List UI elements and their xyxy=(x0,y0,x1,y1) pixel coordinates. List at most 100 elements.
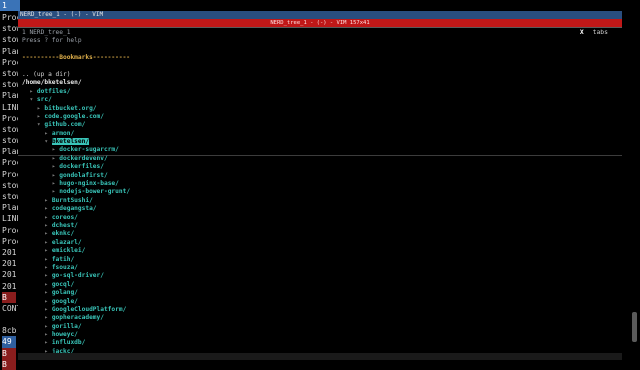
tree-node[interactable]: ▸ nodejs-bower-grunt/ xyxy=(22,188,618,196)
tree-node[interactable]: ▾ bketelsen/ xyxy=(22,138,618,146)
blank-row xyxy=(22,63,618,71)
directory-name[interactable]: nodejs-bower-grunt/ xyxy=(59,188,130,195)
ruler-line xyxy=(18,27,622,28)
directory-name[interactable]: golang/ xyxy=(52,289,78,296)
directory-name[interactable]: code.google.com/ xyxy=(44,113,104,120)
root-path[interactable]: /home/bketelsen/ xyxy=(22,79,618,87)
file-tree: ▸ dotfiles/ ▾ src/ ▸ bitbucket.org/ ▸ co… xyxy=(22,88,618,357)
tree-node[interactable]: ▸ dockerfiles/ xyxy=(22,163,618,171)
tree-node[interactable]: ▸ GoogleCloudPlatform/ xyxy=(22,306,618,314)
terminal-line: B xyxy=(2,291,16,303)
directory-name[interactable]: src/ xyxy=(37,96,52,103)
terminal-tab[interactable]: 1 xyxy=(0,0,20,11)
up-dir-item[interactable]: .. (up a dir) xyxy=(22,71,618,79)
blank-row xyxy=(22,46,618,54)
tree-node[interactable]: ▸ dockerdevenv/ xyxy=(22,155,618,163)
directory-name[interactable]: eknkc/ xyxy=(52,230,74,237)
right-margin xyxy=(622,11,640,360)
tree-node[interactable]: ▸ gopheracademy/ xyxy=(22,314,618,322)
directory-name[interactable]: coreos/ xyxy=(52,214,78,221)
tree-node[interactable]: ▾ src/ xyxy=(22,96,618,104)
bookmarks-header: ----------Bookmarks---------- xyxy=(22,54,131,62)
directory-name[interactable]: fatih/ xyxy=(52,256,74,263)
tree-node[interactable]: ▸ google/ xyxy=(22,298,618,306)
terminal-line: B xyxy=(2,347,16,359)
directory-name[interactable]: go-sql-driver/ xyxy=(52,272,104,279)
terminal-line: 49 xyxy=(2,336,16,348)
tree-node[interactable]: ▸ BurntSushi/ xyxy=(22,197,618,205)
help-hint: Press ? for help xyxy=(22,37,82,45)
vim-window-title: NERD_tree_1 - (-) - VIM xyxy=(18,11,622,19)
vim-tabline: NERD_tree_1 - (-) - VIM 157x41 xyxy=(18,19,622,27)
directory-name[interactable]: bitbucket.org/ xyxy=(44,105,96,112)
tree-node[interactable]: ▸ codegangsta/ xyxy=(22,205,618,213)
directory-name[interactable]: github.com/ xyxy=(44,121,85,128)
directory-name[interactable]: bketelsen/ xyxy=(51,138,90,146)
vim-window[interactable]: NERD_tree_1 - (-) - VIM NERD_tree_1 - (-… xyxy=(18,11,622,360)
tree-node[interactable]: ▸ gorilla/ xyxy=(22,323,618,331)
directory-name[interactable]: gondolafirst/ xyxy=(59,172,107,179)
directory-name[interactable]: dotfiles/ xyxy=(37,88,71,95)
directory-name[interactable]: howeyc/ xyxy=(52,331,78,338)
directory-name[interactable]: BurntSushi/ xyxy=(52,197,93,204)
tree-node[interactable]: ▸ go-sql-driver/ xyxy=(22,272,618,280)
directory-name[interactable]: influxdb/ xyxy=(52,339,86,346)
directory-name[interactable]: dockerdevenv/ xyxy=(59,155,107,162)
tree-node[interactable]: ▸ influxdb/ xyxy=(22,339,618,347)
tree-node[interactable]: ▸ code.google.com/ xyxy=(22,113,618,121)
directory-name[interactable]: fsouza/ xyxy=(52,264,78,271)
tree-node[interactable]: ▸ howeyc/ xyxy=(22,331,618,339)
tree-node[interactable]: ▸ emicklei/ xyxy=(22,247,618,255)
directory-name[interactable]: dockerfiles/ xyxy=(59,163,104,170)
tree-node[interactable]: ▸ bitbucket.org/ xyxy=(22,105,618,113)
tree-node[interactable]: ▸ elazarl/ xyxy=(22,239,618,247)
scrollbar-thumb[interactable] xyxy=(632,312,637,342)
tabline-text: NERD_tree_1 - (-) - VIM 157x41 xyxy=(270,20,370,26)
tree-node[interactable]: ▸ dotfiles/ xyxy=(22,88,618,96)
directory-name[interactable]: gocql/ xyxy=(52,281,74,288)
tree-node[interactable]: ▸ coreos/ xyxy=(22,214,618,222)
tree-node[interactable]: ▸ dchest/ xyxy=(22,222,618,230)
tree-node[interactable]: ▾ github.com/ xyxy=(22,121,618,129)
directory-name[interactable]: hugo-nginx-base/ xyxy=(59,180,119,187)
tree-node[interactable]: ▸ armon/ xyxy=(22,130,618,138)
directory-name[interactable]: armon/ xyxy=(52,130,74,137)
tree-node[interactable]: ▸ docker-sugarcrm/ xyxy=(22,146,618,154)
directory-name[interactable]: docker-sugarcrm/ xyxy=(59,146,119,153)
tree-node[interactable]: ▸ gondolafirst/ xyxy=(22,172,618,180)
tree-node[interactable]: ▸ gocql/ xyxy=(22,281,618,289)
nerdtree-panel[interactable]: 1 NERD_tree_1 Press ? for help ---------… xyxy=(22,29,618,356)
directory-name[interactable]: emicklei/ xyxy=(52,247,86,254)
directory-name[interactable]: elazarl/ xyxy=(52,239,82,246)
tree-node[interactable]: ▸ golang/ xyxy=(22,289,618,297)
directory-name[interactable]: google/ xyxy=(52,298,78,305)
tree-node[interactable]: ▸ eknkc/ xyxy=(22,230,618,238)
tree-node[interactable]: ▸ fsouza/ xyxy=(22,264,618,272)
directory-name[interactable]: gopheracademy/ xyxy=(52,314,104,321)
directory-name[interactable]: GoogleCloudPlatform/ xyxy=(52,306,127,313)
directory-name[interactable]: codegangsta/ xyxy=(52,205,97,212)
directory-name[interactable]: dchest/ xyxy=(52,222,78,229)
tree-node[interactable]: ▸ fatih/ xyxy=(22,256,618,264)
directory-name[interactable]: gorilla/ xyxy=(52,323,82,330)
